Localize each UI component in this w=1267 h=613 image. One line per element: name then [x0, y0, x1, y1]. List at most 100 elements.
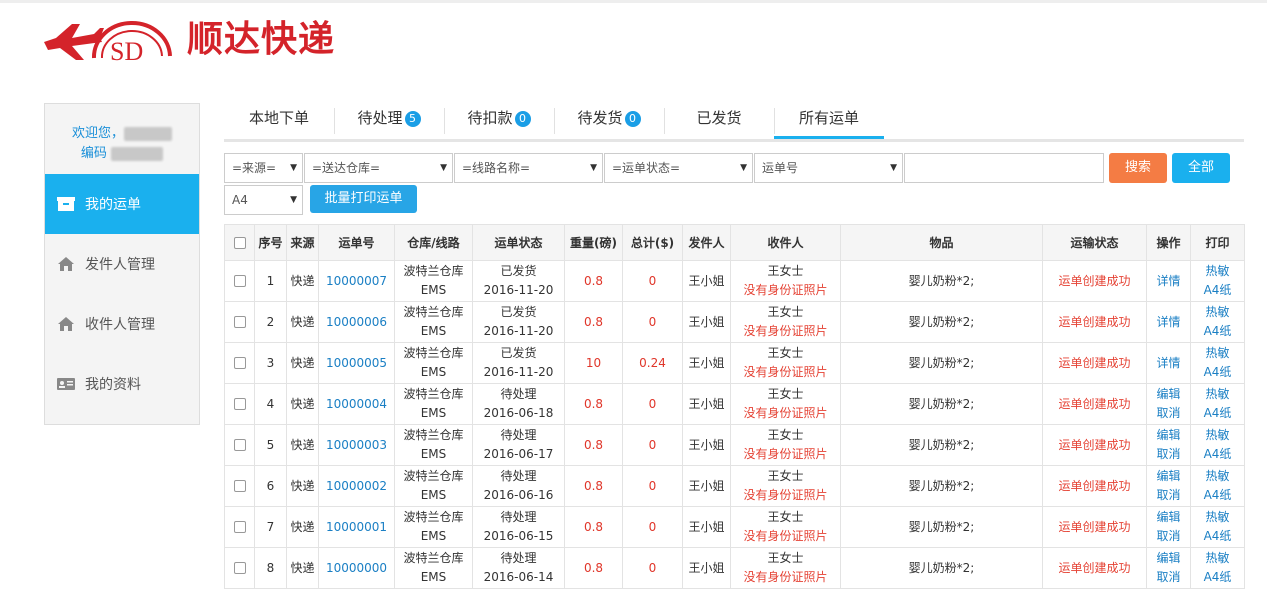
dropdown-arrow-icon: ▼ [590, 163, 597, 173]
route-select[interactable]: =线路名称= ▼ [454, 153, 603, 183]
row-select-cell[interactable] [224, 506, 255, 548]
tab-all-waybills[interactable]: 所有运单 [774, 100, 884, 139]
tab-shipped[interactable]: 已发货 [664, 100, 774, 139]
row-select-cell[interactable] [224, 342, 255, 384]
row-action-primary[interactable]: 编辑 [1147, 426, 1190, 445]
transport-status: 运单创建成功 [1042, 260, 1147, 302]
row-select-cell[interactable] [224, 547, 255, 589]
row-checkbox[interactable] [233, 398, 246, 410]
waybill-link[interactable]: 10000006 [326, 315, 387, 329]
row-total: 0.24 [622, 342, 683, 384]
row-action-cancel[interactable]: 取消 [1147, 486, 1190, 505]
row-action-cancel[interactable]: 取消 [1147, 404, 1190, 423]
row-sender: 王小姐 [682, 301, 731, 343]
select-all-header[interactable] [224, 224, 255, 261]
print-a4-link[interactable]: A4纸 [1191, 322, 1244, 341]
print-a4-link[interactable]: A4纸 [1191, 568, 1244, 587]
waybill-link[interactable]: 10000000 [326, 561, 387, 575]
waybill-link[interactable]: 10000007 [326, 274, 387, 288]
search-type-select[interactable]: 运单号 ▼ [754, 153, 903, 183]
row-action-primary[interactable]: 编辑 [1147, 549, 1190, 568]
print-thermal-link[interactable]: 热敏 [1191, 549, 1244, 568]
sidebar-item-my-profile[interactable]: 我的资料 [45, 354, 199, 414]
transport-status: 运单创建成功 [1042, 506, 1147, 548]
tab-pending-payment[interactable]: 待扣款 0 [444, 100, 554, 139]
count-badge: 0 [624, 111, 641, 127]
row-action-cancel[interactable]: 取消 [1147, 527, 1190, 546]
print-a4-link[interactable]: A4纸 [1191, 404, 1244, 423]
row-action-primary[interactable]: 详情 [1147, 313, 1190, 332]
row-sender: 王小姐 [682, 424, 731, 466]
warehouse-select[interactable]: =送达仓库= ▼ [304, 153, 453, 183]
row-action-cancel[interactable]: 取消 [1147, 445, 1190, 464]
print-thermal-link[interactable]: 热敏 [1191, 508, 1244, 527]
site-logo[interactable]: SD 顺达快递 [42, 12, 362, 68]
warehouse-name: 波特兰仓库 [403, 428, 464, 442]
print-thermal-link[interactable]: 热敏 [1191, 385, 1244, 404]
row-select-cell[interactable] [224, 301, 255, 343]
row-weight: 0.8 [564, 547, 623, 589]
print-a4-link[interactable]: A4纸 [1191, 486, 1244, 505]
row-action-primary[interactable]: 详情 [1147, 272, 1190, 291]
row-checkbox[interactable] [233, 316, 246, 328]
paper-size-select[interactable]: A4 ▼ [224, 185, 303, 215]
recipient-name: 王女士 [767, 428, 804, 442]
row-checkbox[interactable] [233, 521, 246, 533]
tab-local-order[interactable]: 本地下单 [224, 100, 334, 139]
column-header: 收件人 [730, 224, 841, 261]
row-select-cell[interactable] [224, 424, 255, 466]
select-all-checkbox[interactable] [233, 237, 246, 249]
print-a4-link[interactable]: A4纸 [1191, 281, 1244, 300]
row-select-cell[interactable] [224, 260, 255, 302]
row-checkbox[interactable] [233, 480, 246, 492]
search-button[interactable]: 搜索 [1109, 153, 1167, 183]
select-value: =送达仓库= [312, 161, 381, 175]
status-select[interactable]: =运单状态= ▼ [604, 153, 753, 183]
row-sender: 王小姐 [682, 506, 731, 548]
sidebar: 欢迎您， 编码 我的运单 发件人管理 收件人管理 我的资料 [44, 103, 200, 425]
source-select[interactable]: =来源= ▼ [224, 153, 303, 183]
dropdown-arrow-icon: ▼ [290, 195, 297, 205]
row-checkbox[interactable] [233, 357, 246, 369]
row-action-primary[interactable]: 详情 [1147, 354, 1190, 373]
recipient-id-warning: 没有身份证照片 [743, 283, 828, 297]
sidebar-item-my-waybills[interactable]: 我的运单 [45, 174, 199, 234]
waybill-link[interactable]: 10000002 [326, 479, 387, 493]
row-select-cell[interactable] [224, 465, 255, 507]
sidebar-item-recipient-management[interactable]: 收件人管理 [45, 294, 199, 354]
row-action-cancel[interactable]: 取消 [1147, 568, 1190, 587]
route-name: EMS [420, 365, 447, 379]
table-row: 2 快递 10000006 波特兰仓库 EMS 已发货 2016-11-20 0.8 0 王小姐 王… [224, 301, 1245, 343]
print-thermal-link[interactable]: 热敏 [1191, 344, 1244, 363]
print-a4-link[interactable]: A4纸 [1191, 527, 1244, 546]
tab-pending-shipment[interactable]: 待发货 0 [554, 100, 664, 139]
print-thermal-link[interactable]: 热敏 [1191, 426, 1244, 445]
row-checkbox[interactable] [233, 562, 246, 574]
row-checkbox[interactable] [233, 439, 246, 451]
column-header: 物品 [840, 224, 1043, 261]
tab-label: 已发货 [696, 109, 742, 127]
row-source: 快递 [286, 342, 319, 384]
row-action-primary[interactable]: 编辑 [1147, 385, 1190, 404]
print-thermal-link[interactable]: 热敏 [1191, 262, 1244, 281]
row-checkbox[interactable] [233, 275, 246, 287]
row-source: 快递 [286, 547, 319, 589]
waybill-link[interactable]: 10000003 [326, 438, 387, 452]
column-header: 总计($) [622, 224, 683, 261]
row-select-cell[interactable] [224, 383, 255, 425]
sidebar-item-sender-management[interactable]: 发件人管理 [45, 234, 199, 294]
print-thermal-link[interactable]: 热敏 [1191, 467, 1244, 486]
print-a4-link[interactable]: A4纸 [1191, 445, 1244, 464]
row-source: 快递 [286, 260, 319, 302]
row-action-primary[interactable]: 编辑 [1147, 508, 1190, 527]
batch-print-button[interactable]: 批量打印运单 [310, 185, 417, 213]
row-action-primary[interactable]: 编辑 [1147, 467, 1190, 486]
all-button[interactable]: 全部 [1172, 153, 1230, 183]
print-thermal-link[interactable]: 热敏 [1191, 303, 1244, 322]
waybill-link[interactable]: 10000001 [326, 520, 387, 534]
print-a4-link[interactable]: A4纸 [1191, 363, 1244, 382]
waybill-link[interactable]: 10000005 [326, 356, 387, 370]
tab-pending[interactable]: 待处理 5 [334, 100, 444, 139]
search-input[interactable] [904, 153, 1104, 183]
waybill-link[interactable]: 10000004 [326, 397, 387, 411]
